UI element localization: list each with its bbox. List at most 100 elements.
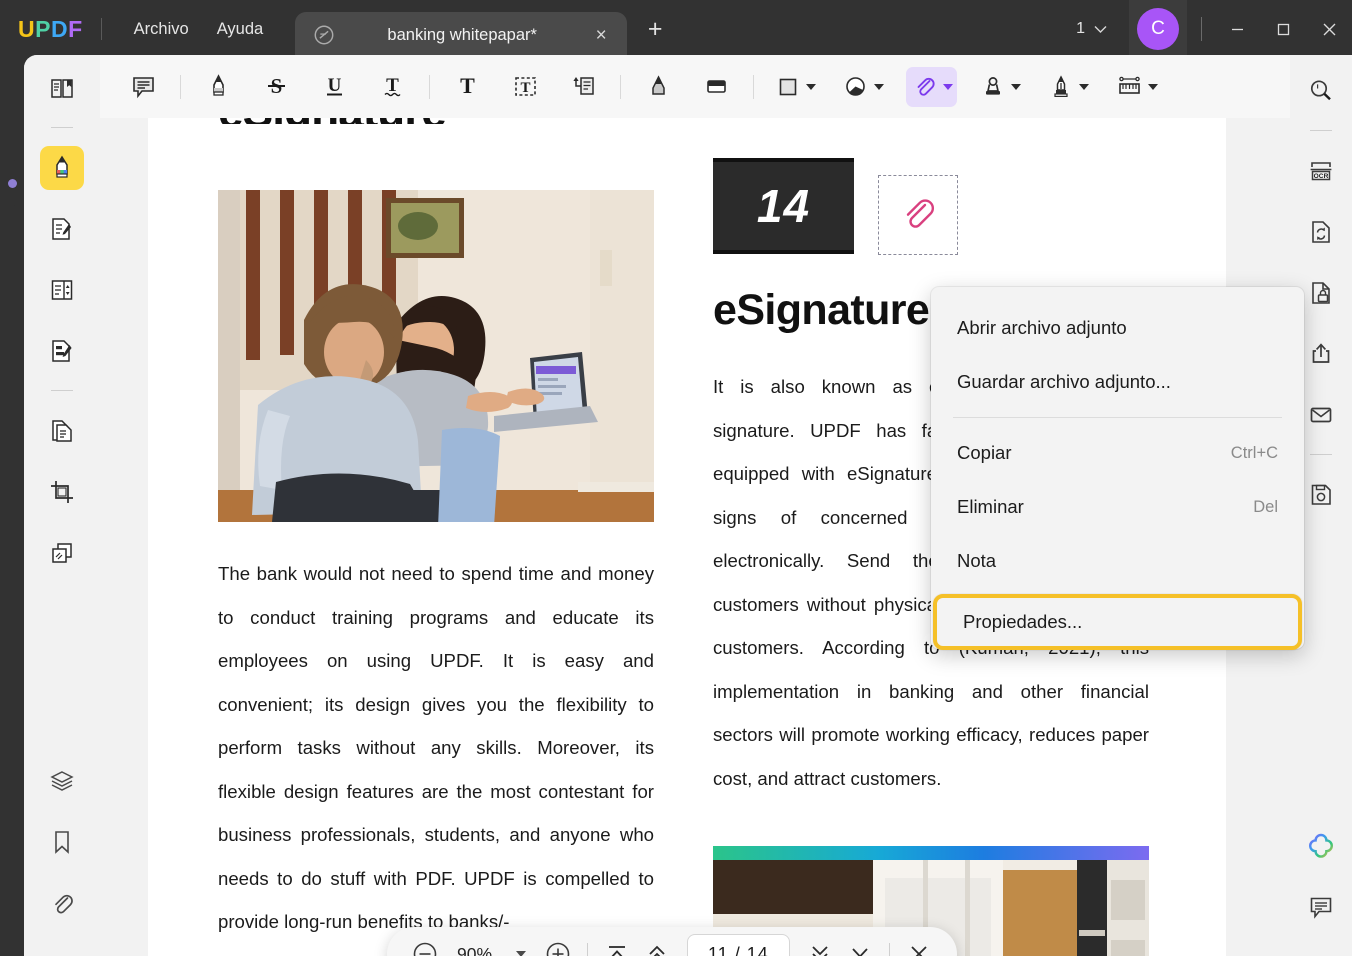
sidebar-item-edit[interactable] — [40, 207, 84, 251]
underline-icon[interactable]: U — [314, 67, 354, 107]
strikethrough-icon[interactable]: S — [256, 67, 296, 107]
chevron-down-icon — [943, 83, 953, 90]
highlight-icon[interactable] — [198, 67, 238, 107]
chevron-down-icon — [1079, 83, 1089, 90]
left-column-paragraph: The bank would not need to spend time an… — [218, 563, 654, 932]
title-bar: UPDF Archivo Ayuda banking whitepapar* ×… — [0, 0, 1352, 58]
sticker-icon[interactable] — [838, 67, 888, 107]
photo-couple-laptop — [218, 190, 654, 522]
sidebar-item-bookmarks[interactable] — [40, 820, 84, 864]
right-rail-divider — [1310, 130, 1332, 131]
sidebar-collapse-handle[interactable] — [0, 160, 24, 206]
ctx-save-attachment[interactable]: Guardar archivo adjunto... — [931, 355, 1304, 409]
titlebar-right-group: 1 C — [1068, 0, 1352, 58]
sidebar-item-annotate[interactable] — [40, 146, 84, 190]
zoom-level-value[interactable]: 90% — [445, 944, 504, 956]
chevron-down-icon — [874, 83, 884, 90]
sidebar-item-pages[interactable] — [40, 531, 84, 575]
logo-letter-d: D — [50, 15, 69, 42]
ctx-note[interactable]: Nota — [931, 534, 1304, 588]
toolbar-divider-2 — [429, 74, 430, 99]
account-button[interactable]: C — [1129, 0, 1187, 58]
save-as-icon[interactable] — [1299, 473, 1343, 517]
convert-icon[interactable] — [1299, 210, 1343, 254]
previous-page-button[interactable] — [637, 934, 677, 956]
ai-assistant-icon[interactable] — [1299, 824, 1343, 868]
ctx-properties[interactable]: Propiedades... — [933, 594, 1302, 650]
toolbar-divider-1 — [180, 74, 181, 99]
main-frame: S U T T T The bank would not need to spe… — [24, 55, 1352, 956]
page-number-field[interactable]: 11 / 14 — [687, 934, 790, 956]
text-icon[interactable]: T — [447, 67, 487, 107]
sidebar-item-crop[interactable] — [40, 470, 84, 514]
sidebar-item-layers[interactable] — [40, 759, 84, 803]
document-tab-title: banking whitepapar* — [387, 25, 537, 44]
attachment-annotation[interactable] — [878, 175, 958, 255]
chevron-down-icon[interactable] — [516, 951, 527, 956]
measure-icon[interactable] — [1111, 67, 1162, 107]
ocr-icon[interactable]: OCR — [1299, 149, 1343, 193]
pencil-icon[interactable] — [638, 67, 678, 107]
new-tab-button[interactable]: + — [637, 11, 673, 47]
next-page-button[interactable] — [800, 934, 840, 956]
search-icon[interactable] — [1299, 69, 1343, 113]
left-tool-rail — [24, 55, 100, 956]
eraser-icon[interactable] — [696, 67, 736, 107]
mail-icon[interactable] — [1299, 393, 1343, 437]
ctx-delete[interactable]: Eliminar Del — [931, 480, 1304, 534]
feedback-icon[interactable] — [1299, 885, 1343, 929]
shapes-icon[interactable] — [771, 67, 820, 107]
tab-count-value: 1 — [1076, 20, 1085, 37]
sidebar-item-organize[interactable] — [40, 268, 84, 312]
updf-logo: UPDF — [18, 16, 83, 43]
sidebar-item-reader[interactable] — [40, 66, 84, 110]
ctx-save-attachment-label: Guardar archivo adjunto... — [957, 371, 1171, 392]
section-number-box: 14 — [713, 158, 854, 254]
sidebar-item-form[interactable] — [40, 329, 84, 373]
ctx-properties-label: Propiedades... — [963, 611, 1083, 632]
document-tab[interactable]: banking whitepapar* × — [295, 12, 628, 58]
close-icon[interactable]: × — [589, 23, 613, 47]
sidebar-item-attachments[interactable] — [40, 881, 84, 925]
ctx-copy[interactable]: Copiar Ctrl+C — [931, 426, 1304, 480]
comment-icon[interactable] — [123, 67, 163, 107]
stamp-icon[interactable] — [975, 67, 1025, 107]
svg-text:T: T — [520, 80, 530, 96]
share-icon[interactable] — [1299, 332, 1343, 376]
annotation-toolbar: S U T T T — [100, 55, 1290, 118]
collapse-dot-icon — [7, 178, 17, 188]
ctx-note-label: Nota — [957, 550, 997, 571]
section-number: 14 — [756, 180, 811, 232]
ctx-delete-shortcut: Del — [1253, 497, 1278, 516]
minimize-button[interactable] — [1214, 0, 1260, 58]
maximize-button[interactable] — [1260, 0, 1306, 58]
first-page-button[interactable] — [597, 934, 637, 956]
close-window-button[interactable] — [1306, 0, 1352, 58]
protect-icon[interactable] — [1299, 271, 1343, 315]
tab-count-dropdown[interactable]: 1 — [1068, 20, 1115, 38]
attachment-context-menu: Abrir archivo adjunto Guardar archivo ad… — [931, 287, 1304, 650]
ctx-open-attachment-label: Abrir archivo adjunto — [957, 317, 1127, 338]
squiggly-icon[interactable]: T — [372, 67, 412, 107]
menu-ayuda[interactable]: Ayuda — [203, 14, 278, 45]
last-page-button[interactable] — [840, 934, 880, 956]
signature-icon[interactable] — [1043, 67, 1093, 107]
logo-letter-f: F — [68, 15, 83, 42]
svg-text:OCR: OCR — [1314, 173, 1329, 180]
updf-doc-icon — [313, 24, 335, 46]
close-navigation-button[interactable] — [899, 934, 939, 956]
ctx-copy-label: Copiar — [957, 442, 1012, 463]
svg-text:T: T — [460, 74, 475, 98]
menu-archivo[interactable]: Archivo — [120, 14, 203, 45]
zoom-in-button[interactable] — [538, 934, 578, 956]
textbox-icon[interactable]: T — [505, 67, 545, 107]
ctx-open-attachment[interactable]: Abrir archivo adjunto — [931, 301, 1304, 355]
attachment-icon[interactable] — [906, 66, 957, 107]
rail-divider — [51, 127, 73, 128]
toolbar-divider-4 — [753, 74, 754, 99]
zoom-out-button[interactable] — [405, 934, 445, 956]
avatar: C — [1137, 8, 1179, 50]
titlebar-divider — [100, 18, 102, 40]
sidebar-item-convert[interactable] — [40, 409, 84, 453]
callout-icon[interactable] — [563, 67, 603, 107]
